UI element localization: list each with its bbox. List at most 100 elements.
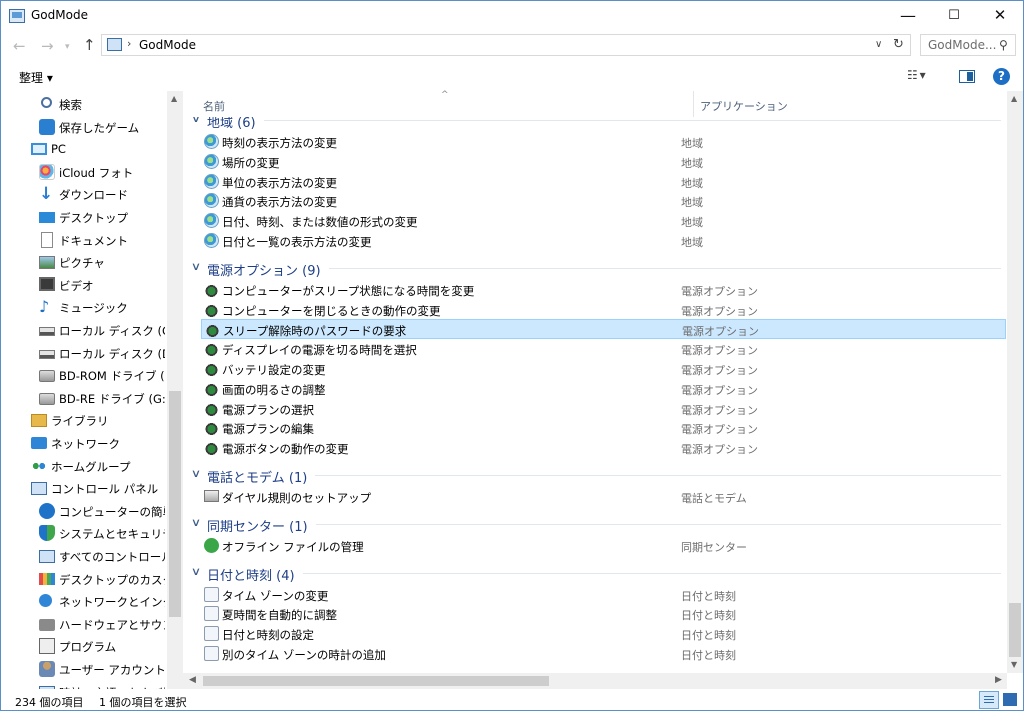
scroll-right-icon[interactable]: ▶ xyxy=(995,675,1002,685)
scroll-up-icon[interactable]: ▲ xyxy=(171,94,177,103)
content-horizontal-scrollbar[interactable]: ◀ ▶ xyxy=(183,673,1007,689)
region-globe-icon xyxy=(204,233,219,248)
nav-item[interactable]: すべてのコントロール パネル xyxy=(39,545,165,567)
list-item[interactable]: オフライン ファイルの管理 同期センター xyxy=(201,536,1006,556)
chevron-down-icon[interactable]: ∨ xyxy=(191,516,201,529)
chevron-right-icon[interactable]: › xyxy=(127,37,131,50)
list-item[interactable]: タイム ゾーンの変更 日付と時刻 xyxy=(201,585,1006,605)
group-header[interactable]: ∨ 同期センター (1) xyxy=(183,513,1007,535)
nav-item[interactable]: ローカル ディスク (C:) xyxy=(39,319,165,341)
list-item[interactable]: 時刻の表示方法の変更 地域 xyxy=(201,132,1006,152)
content-scroll-thumb[interactable] xyxy=(1009,603,1021,657)
nav-item[interactable]: 時計、言語、および地域 xyxy=(39,681,165,689)
nav-item[interactable]: PC xyxy=(31,138,165,160)
list-item[interactable]: 日付と一覧の表示方法の変更 地域 xyxy=(201,231,1006,251)
group-header[interactable]: ∨ 日付と時刻 (4) xyxy=(183,562,1007,584)
list-item[interactable]: 日付、時刻、または数値の形式の変更 地域 xyxy=(201,211,1006,231)
list-item[interactable]: 画面の明るさの調整 電源オプション xyxy=(201,379,1006,399)
nav-item[interactable]: iCloud フォト xyxy=(39,161,165,183)
nav-item[interactable]: 検索 xyxy=(39,93,165,115)
list-item[interactable]: 電源プランの編集 電源オプション xyxy=(201,418,1006,438)
chevron-down-icon[interactable]: ∨ xyxy=(191,565,201,578)
nav-item[interactable]: BD-RE ドライブ (G:) xyxy=(39,387,165,409)
nav-item[interactable]: ローカル ディスク (D:) xyxy=(39,342,165,364)
scroll-down-icon[interactable]: ▼ xyxy=(1011,660,1017,669)
nav-item[interactable]: ビデオ xyxy=(39,274,165,296)
refresh-icon[interactable]: ↻ xyxy=(893,37,904,52)
nav-item[interactable]: ホームグループ xyxy=(31,455,165,477)
recent-locations-icon[interactable]: ▾ xyxy=(65,42,70,52)
nav-item[interactable]: システムとセキュリティ xyxy=(39,522,165,544)
list-item[interactable]: 別のタイム ゾーンの時計の追加 日付と時刻 xyxy=(201,644,1006,664)
column-header: ^ 名前 アプリケーション xyxy=(183,90,1007,117)
list-item[interactable]: コンピューターを閉じるときの動作の変更 電源オプション xyxy=(201,300,1006,320)
item-application: 地域 xyxy=(681,216,703,230)
region-globe-icon xyxy=(204,193,219,209)
nav-item[interactable]: デスクトップ xyxy=(39,206,165,228)
column-divider[interactable] xyxy=(693,91,694,117)
nav-item[interactable]: ♪ ミュージック xyxy=(39,296,165,318)
list-item[interactable]: 単位の表示方法の変更 地域 xyxy=(201,172,1006,192)
preview-pane-icon[interactable] xyxy=(959,70,975,83)
close-button[interactable]: ✕ xyxy=(977,1,1023,31)
organize-menu-button[interactable]: 整理 ▾ xyxy=(19,69,53,86)
nav-pane-scroll-thumb[interactable] xyxy=(169,391,181,617)
nav-item[interactable]: ハードウェアとサウンド xyxy=(39,613,165,635)
chevron-down-icon[interactable]: ∨ xyxy=(191,260,201,273)
nav-item[interactable]: ネットワークとインターネット xyxy=(39,590,165,612)
content-vertical-scrollbar[interactable]: ▲ ▼ xyxy=(1007,91,1023,673)
back-arrow-icon[interactable]: ← xyxy=(13,37,26,55)
maximize-button[interactable]: ☐ xyxy=(931,1,977,31)
address-crumb[interactable]: GodMode xyxy=(139,38,196,52)
help-icon[interactable]: ? xyxy=(993,68,1010,85)
nav-item[interactable]: ネットワーク xyxy=(31,432,165,454)
chevron-down-icon[interactable]: ∨ xyxy=(191,117,201,125)
nav-item[interactable]: ドキュメント xyxy=(39,229,165,251)
nav-pane-scrollbar[interactable]: ▲ xyxy=(167,91,183,689)
address-bar[interactable]: › GodMode ∨ ↻ xyxy=(101,34,911,56)
list-item[interactable]: スリープ解除時のパスワードの要求 電源オプション xyxy=(201,319,1006,340)
list-item[interactable]: 通貨の表示方法の変更 地域 xyxy=(201,191,1006,211)
group-header[interactable]: ∨ 電源オプション (9) xyxy=(183,257,1007,279)
search-input[interactable]: GodMode... ⚲ xyxy=(920,34,1016,56)
item-name: 日付と一覧の表示方法の変更 xyxy=(222,235,372,249)
nav-item[interactable]: ピクチャ xyxy=(39,251,165,273)
chevron-down-icon[interactable]: ∨ xyxy=(875,39,882,50)
nav-item[interactable]: ライブラリ xyxy=(31,409,165,431)
scroll-up-icon[interactable]: ▲ xyxy=(1011,94,1017,103)
nav-item[interactable]: コンピューターの簡単操作 xyxy=(39,500,165,522)
nav-item[interactable]: デスクトップのカスタマイズ xyxy=(39,568,165,590)
list-item[interactable]: ディスプレイの電源を切る時間を選択 電源オプション xyxy=(201,339,1006,359)
up-arrow-icon[interactable]: ↑ xyxy=(83,36,96,54)
view-options-button[interactable]: ☷ ▾ xyxy=(907,68,926,82)
column-application-header[interactable]: アプリケーション xyxy=(700,98,788,114)
list-item[interactable]: 電源プランの選択 電源オプション xyxy=(201,399,1006,419)
nav-item[interactable]: 保存したゲーム xyxy=(39,116,165,138)
list-item[interactable]: 場所の変更 地域 xyxy=(201,152,1006,172)
search-icon[interactable]: ⚲ xyxy=(999,38,1008,52)
column-name-header[interactable]: 名前 xyxy=(203,98,225,114)
large-icons-view-icon[interactable] xyxy=(1003,693,1017,706)
group-header[interactable]: ∨ 電話とモデム (1) xyxy=(183,464,1007,486)
list-item[interactable]: ダイヤル規則のセットアップ 電話とモデム xyxy=(201,487,1006,507)
item-application: 地域 xyxy=(681,196,703,210)
list-item[interactable]: 日付と時刻の設定 日付と時刻 xyxy=(201,624,1006,644)
chevron-down-icon[interactable]: ∨ xyxy=(191,467,201,480)
nav-item[interactable]: プログラム xyxy=(39,635,165,657)
list-item[interactable]: コンピューターがスリープ状態になる時間を変更 電源オプション xyxy=(201,280,1006,300)
nav-item[interactable]: コントロール パネル xyxy=(31,477,165,499)
nav-item[interactable]: ユーザー アカウント xyxy=(39,658,165,680)
power-options-icon xyxy=(204,281,219,297)
scroll-left-icon[interactable]: ◀ xyxy=(189,675,196,685)
horizontal-scroll-thumb[interactable] xyxy=(203,676,549,686)
group-header[interactable]: ∨ 地域 (6) xyxy=(183,117,1007,131)
list-item[interactable]: 夏時間を自動的に調整 日付と時刻 xyxy=(201,604,1006,624)
details-view-icon[interactable] xyxy=(979,691,999,709)
forward-arrow-icon[interactable]: → xyxy=(41,37,54,55)
list-item[interactable]: 電源ボタンの動作の変更 電源オプション xyxy=(201,438,1006,458)
list-item[interactable]: バッテリ設定の変更 電源オプション xyxy=(201,359,1006,379)
minimize-button[interactable]: — xyxy=(885,1,931,31)
nav-item[interactable]: BD-ROM ドライブ (F:) xyxy=(39,364,165,386)
nav-item[interactable]: ↓ ダウンロード xyxy=(39,183,165,205)
group-title: 電源オプション (9) xyxy=(207,263,321,279)
